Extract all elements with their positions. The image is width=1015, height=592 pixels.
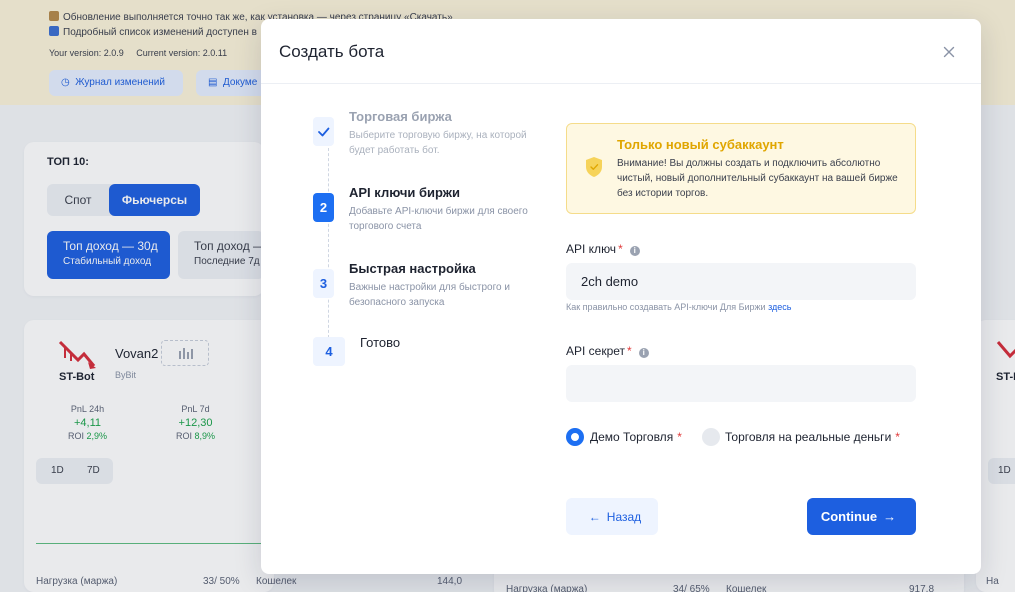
api-secret-label: API секрет * i	[566, 344, 649, 358]
arrow-right-icon: →	[883, 509, 897, 524]
continue-button[interactable]: Continue →	[807, 498, 916, 535]
close-icon	[943, 46, 955, 58]
create-bot-modal: Создать бота Торговая биржа Выберите тор…	[261, 19, 981, 574]
check-icon	[318, 127, 330, 137]
step-title: Готово	[360, 335, 401, 350]
demo-radio[interactable]	[566, 428, 584, 446]
step-title: API ключи биржи	[349, 185, 460, 200]
step-number: 2	[313, 193, 334, 222]
step-desc: Добавьте API-ключи биржи для своего торг…	[349, 206, 528, 232]
arrow-left-icon: ←	[588, 509, 601, 524]
api-key-label: API ключ * i	[566, 242, 640, 256]
back-button[interactable]: ← Назад	[566, 498, 658, 535]
modal-title: Создать бота	[279, 42, 385, 61]
warning-title: Только новый субаккаунт	[617, 137, 784, 152]
info-icon[interactable]: i	[629, 246, 640, 256]
subaccount-warning: Только новый субаккаунт Внимание! Вы дол…	[566, 123, 916, 214]
api-key-input[interactable]	[566, 263, 916, 300]
api-key-hint: Как правильно создавать API-ключи Для Би…	[566, 302, 792, 312]
modal-header: Создать бота	[261, 19, 981, 84]
warning-text: Внимание! Вы должны создать и подключить…	[617, 158, 898, 199]
step-number: 3	[313, 269, 334, 298]
step-title: Торговая биржа	[349, 109, 452, 124]
close-button[interactable]	[939, 42, 959, 62]
step-title: Быстрая настройка	[349, 261, 476, 276]
step-quick-setup[interactable]: 3 Быстрая настройка Важные настройки для…	[313, 261, 543, 321]
demo-label[interactable]: Демо Торговля *	[590, 430, 682, 444]
real-money-label[interactable]: Торговля на реальные деньги *	[725, 430, 900, 444]
step-done-badge	[313, 117, 334, 146]
wizard-steps: Торговая биржа Выберите торговую биржу, …	[313, 109, 543, 379]
step-exchange[interactable]: Торговая биржа Выберите торговую биржу, …	[313, 109, 543, 169]
step-number: 4	[313, 337, 345, 366]
api-secret-input[interactable]	[566, 365, 916, 402]
step-api-keys[interactable]: 2 API ключи биржи Добавьте API-ключи бир…	[313, 185, 543, 245]
api-key-help-link[interactable]: здесь	[768, 302, 791, 312]
step-desc: Важные настройки для быстрого и безопасн…	[349, 282, 510, 308]
shield-warning-icon	[586, 157, 602, 177]
step-desc: Выберите торговую биржу, на которой буде…	[349, 130, 527, 156]
step-done[interactable]: 4 Готово	[313, 329, 543, 389]
real-money-radio[interactable]	[702, 428, 720, 446]
info-icon[interactable]: i	[638, 348, 649, 358]
